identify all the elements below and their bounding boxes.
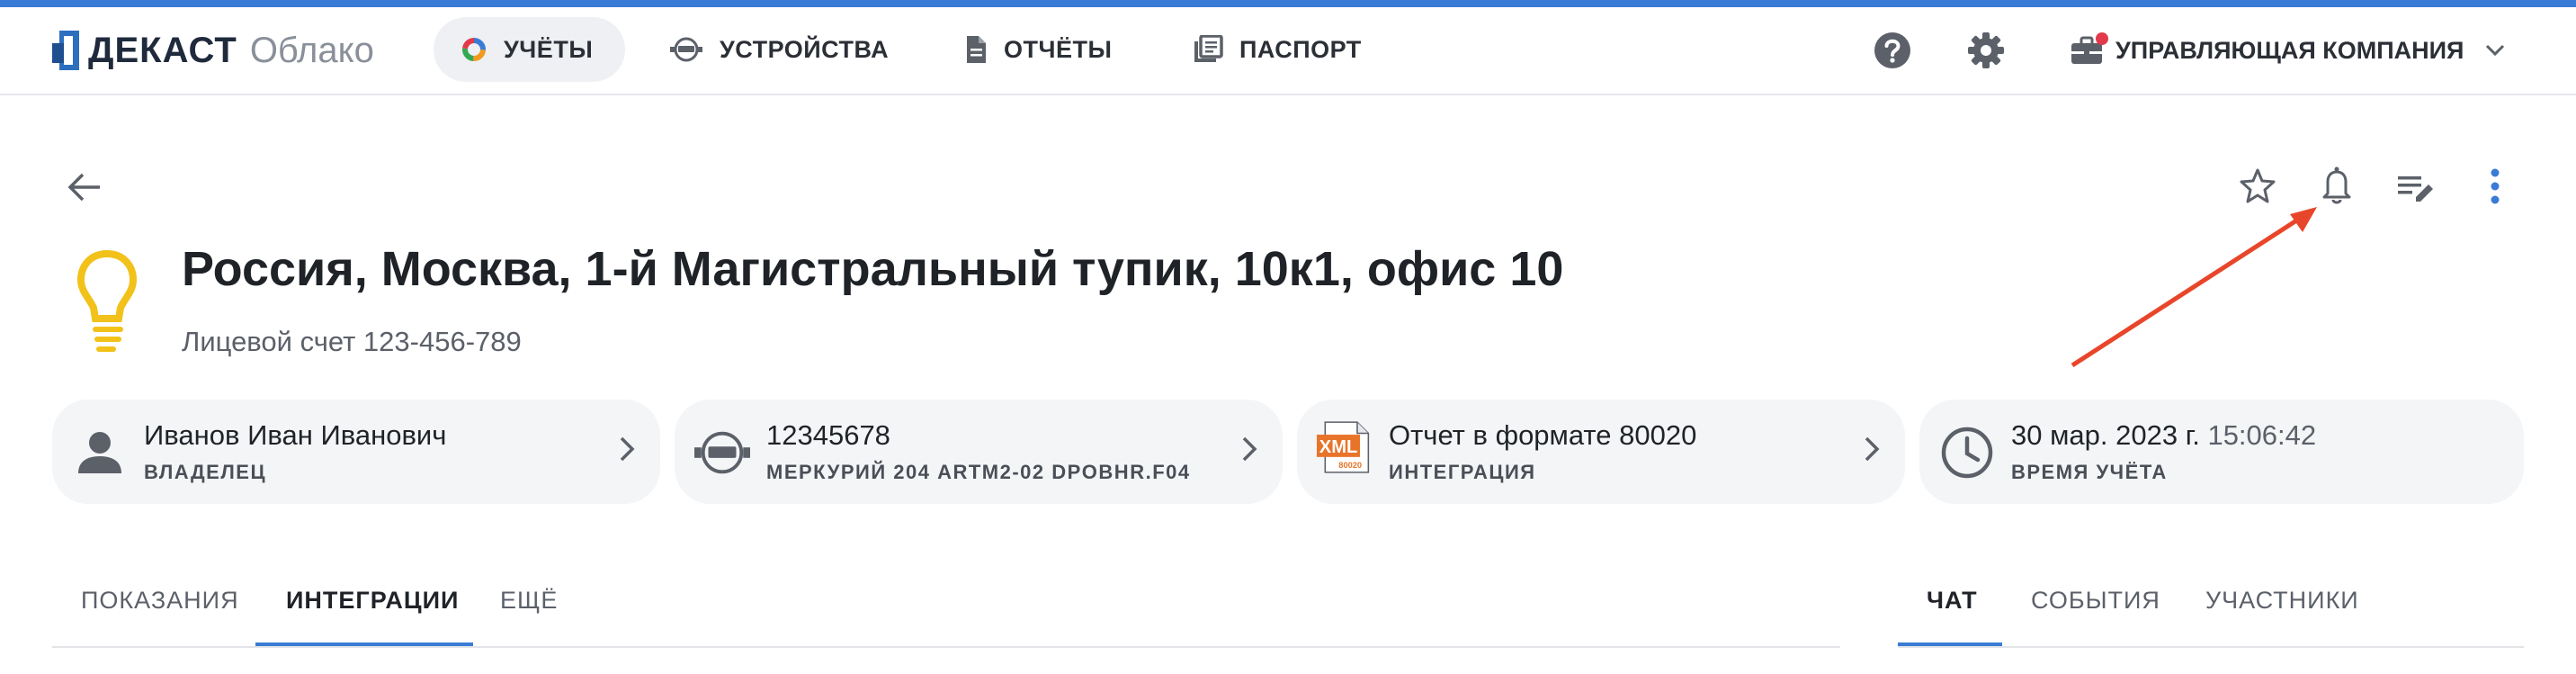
library-books-icon: [1194, 35, 1223, 62]
tabs-divider-left: [52, 646, 1840, 648]
edit-list-icon: [2398, 176, 2433, 202]
top-navigation-bar: ДЕКАСТ Облако УЧЁТЫ УСТРОЙСТВА ОТЧЁТЫ ПА…: [0, 7, 2576, 95]
accounting-time-card[interactable]: 30 мар. 2023 г. 15:06:42 ВРЕМЯ УЧЁТА: [1919, 400, 2524, 504]
report-format: Отчет в формате 80020: [1389, 419, 1697, 451]
meter-icon: [694, 425, 750, 481]
owner-label: ВЛАДЕЛЕЦ: [144, 461, 267, 483]
help-button[interactable]: [1871, 29, 1914, 72]
svg-text:80020: 80020: [1338, 461, 1362, 470]
accounting-time-label: ВРЕМЯ УЧЁТА: [2011, 461, 2168, 483]
nav-item-passport[interactable]: ПАСПОРТ: [1193, 17, 1362, 82]
owner-card[interactable]: Иванов Иван Иванович ВЛАДЕЛЕЦ: [52, 400, 660, 504]
edit-button[interactable]: [2394, 166, 2437, 209]
top-accent-bar: [0, 0, 2576, 7]
meter-icon: [670, 37, 702, 62]
nav-item-devices[interactable]: УСТРОЙСТВА: [669, 17, 889, 82]
tab-events[interactable]: СОБЫТИЯ: [2031, 587, 2160, 615]
tab-integrations[interactable]: ИНТЕГРАЦИИ: [286, 587, 459, 615]
accounting-date: 30 мар. 2023 г.: [2011, 419, 2200, 451]
lightbulb-icon: [76, 249, 138, 352]
tab-more[interactable]: ЕЩЁ: [500, 587, 558, 615]
annotation-arrow: [2071, 207, 2317, 368]
nav-item-label: ПАСПОРТ: [1239, 35, 1362, 63]
tabs-divider-right: [1898, 646, 2524, 648]
device-model: МЕРКУРИЙ 204 ARTM2-02 DPOBHR.F04: [766, 461, 1191, 483]
tab-chat[interactable]: ЧАТ: [1927, 587, 1978, 615]
document-icon: [967, 36, 986, 63]
account-number: Лицевой счет 123-456-789: [182, 326, 522, 357]
help-circle-icon: [1874, 32, 1910, 68]
back-arrow-icon: [67, 173, 100, 202]
tab-active-indicator: [1898, 643, 2002, 646]
chevron-right-icon: [1865, 436, 1880, 462]
device-card[interactable]: 12345678 МЕРКУРИЙ 204 ARTM2-02 DPOBHR.F0…: [675, 400, 1283, 504]
notification-badge: [2096, 32, 2108, 45]
brand-logo[interactable]: ДЕКАСТ Облако: [52, 27, 374, 74]
owner-name: Иванов Иван Иванович: [144, 419, 447, 451]
nav-item-label: УСТРОЙСТВА: [720, 35, 890, 63]
page-title: Россия, Москва, 1-й Магистральный тупик,…: [182, 242, 1564, 296]
chevron-down-icon: [2486, 44, 2505, 57]
integration-card[interactable]: XML 80020 Отчет в формате 80020 ИНТЕГРАЦ…: [1297, 400, 1905, 504]
svg-text:XML: XML: [1319, 437, 1358, 457]
company-selector[interactable]: УПРАВЛЯЮЩАЯ КОМПАНИЯ: [2071, 25, 2505, 76]
more-button[interactable]: [2473, 164, 2517, 209]
more-vert-icon: [2491, 168, 2500, 204]
accounting-datetime: 30 мар. 2023 г. 15:06:42: [2011, 419, 2316, 452]
device-serial: 12345678: [766, 419, 890, 451]
clock-icon: [1939, 425, 1995, 481]
integration-label: ИНТЕГРАЦИЯ: [1389, 461, 1536, 483]
nav-item-reports[interactable]: ОТЧЁТЫ: [964, 17, 1112, 82]
company-label: УПРАВЛЯЮЩАЯ КОМПАНИЯ: [2115, 36, 2464, 64]
tab-active-indicator: [255, 643, 473, 646]
chevron-right-icon: [1242, 436, 1257, 462]
nav-item-label: УЧЁТЫ: [504, 35, 594, 63]
gear-icon: [1968, 32, 2004, 68]
settings-button[interactable]: [1964, 29, 2008, 72]
logo-mark-icon: [52, 31, 79, 70]
logo-subtext: Облако: [249, 30, 374, 70]
logo-text: ДЕКАСТ: [88, 30, 237, 70]
nav-item-accounts[interactable]: УЧЁТЫ: [434, 17, 626, 82]
tab-participants[interactable]: УЧАСТНИКИ: [2205, 587, 2359, 615]
xml-file-icon: XML 80020: [1317, 419, 1373, 475]
person-icon: [72, 425, 128, 481]
chevron-right-icon: [620, 436, 635, 462]
back-button[interactable]: [63, 166, 106, 209]
donut-chart-icon: [462, 38, 486, 61]
accounting-time: 15:06:42: [2207, 419, 2317, 451]
tab-readings[interactable]: ПОКАЗАНИЯ: [81, 587, 239, 615]
nav-item-label: ОТЧЁТЫ: [1004, 35, 1113, 63]
